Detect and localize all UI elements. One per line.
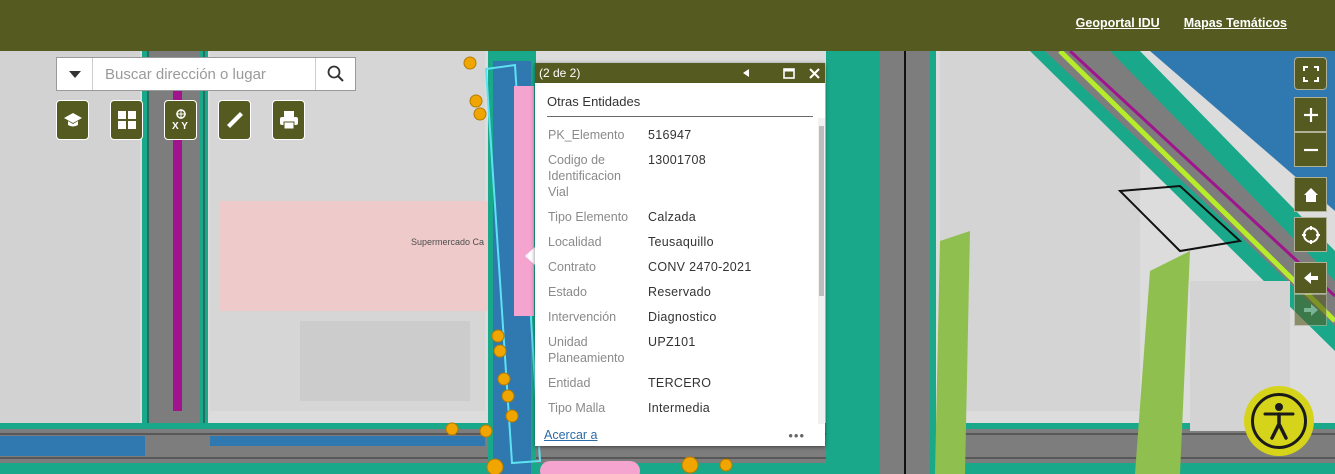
- app: Geoportal IDU Mapas Temáticos Supermerca…: [0, 0, 1335, 474]
- mapas-tematicos-link[interactable]: Mapas Temáticos: [1184, 16, 1287, 30]
- popup-title: Otras Entidades: [547, 94, 641, 109]
- attribute-row: Contrato CONV 2470-2021: [548, 259, 798, 284]
- popup-header: (2 de 2): [535, 63, 825, 83]
- education-tool-button[interactable]: [56, 100, 89, 140]
- search-bar: [56, 57, 356, 91]
- accessibility-icon: [1263, 403, 1295, 440]
- previous-extent-button[interactable]: [1294, 262, 1327, 294]
- previous-feature-icon[interactable]: [741, 68, 751, 78]
- attribute-key: Unidad Planeamiento: [548, 335, 625, 365]
- fullscreen-icon: [1302, 65, 1319, 82]
- print-button[interactable]: [272, 100, 305, 140]
- attribute-value: UPZ101: [648, 335, 696, 349]
- attribute-key: PK_Elemento: [548, 128, 625, 142]
- maximize-icon[interactable]: [783, 67, 795, 79]
- attribute-value: Calzada: [648, 210, 696, 224]
- attribute-key: Estado: [548, 285, 587, 299]
- next-extent-button[interactable]: [1294, 294, 1327, 326]
- popup-pointer: [525, 247, 535, 265]
- popup-counter: (2 de 2): [539, 66, 581, 80]
- attribute-row: Codigo de Identificacion Vial 13001708: [548, 152, 798, 209]
- attribute-row: PK_Elemento 516947: [548, 127, 798, 152]
- attribute-value: Reservado: [648, 285, 712, 299]
- more-actions-button[interactable]: •••: [788, 428, 805, 443]
- attribute-key: Entidad: [548, 376, 591, 390]
- accessibility-button[interactable]: [1244, 386, 1314, 456]
- education-icon: [63, 113, 82, 127]
- search-source-dropdown[interactable]: [57, 58, 93, 90]
- popup-divider: [547, 116, 813, 117]
- locate-icon: [1301, 225, 1320, 244]
- attribute-key: Contrato: [548, 260, 596, 274]
- measure-button[interactable]: [218, 100, 251, 140]
- feature-popup: (2 de 2) Otras Entidades PK_Elemento 5169…: [535, 63, 825, 446]
- scrollbar-thumb[interactable]: [819, 126, 824, 296]
- attribute-key: Localidad: [548, 235, 602, 249]
- home-button[interactable]: [1294, 177, 1327, 212]
- attribute-value: 13001708: [648, 153, 707, 167]
- basemap-grid-icon: [117, 111, 136, 129]
- popup-attributes: PK_Elemento 516947 Codigo de Identificacio…: [535, 118, 818, 424]
- attribute-row: Entidad TERCERO: [548, 375, 798, 400]
- zoom-in-button[interactable]: [1294, 97, 1327, 132]
- xy-coordinates-icon: X Y: [172, 109, 188, 131]
- header-links: Geoportal IDU Mapas Temáticos: [1076, 16, 1287, 30]
- zoom-out-icon: [1303, 148, 1318, 151]
- zoom-out-button[interactable]: [1294, 132, 1327, 167]
- fullscreen-button[interactable]: [1294, 57, 1327, 90]
- search-button[interactable]: [315, 58, 355, 90]
- xy-coordinates-button[interactable]: X Y: [164, 100, 197, 140]
- attribute-value: CONV 2470-2021: [648, 260, 752, 274]
- search-input[interactable]: [93, 58, 315, 90]
- basemap-gallery-button[interactable]: [110, 100, 143, 140]
- attribute-value: TERCERO: [648, 376, 712, 390]
- attribute-key: Tipo Elemento: [548, 210, 629, 224]
- attribute-row: Intervención Diagnostico: [548, 309, 798, 334]
- back-arrow-icon: [1303, 272, 1318, 284]
- attribute-value: Diagnostico: [648, 310, 717, 324]
- attribute-row: Localidad Teusaquillo: [548, 234, 798, 259]
- locate-button[interactable]: [1294, 217, 1327, 252]
- svg-text:X Y: X Y: [172, 121, 188, 131]
- attribute-table-body: PK_Elemento 516947 Codigo de Identificacio…: [548, 127, 798, 424]
- attribute-key: Intervención: [548, 310, 617, 324]
- popup-scrollbar[interactable]: [818, 118, 825, 424]
- forward-arrow-icon: [1303, 304, 1318, 316]
- zoom-in-icon: [1303, 107, 1318, 122]
- caret-down-icon: [68, 70, 81, 78]
- attribute-row: Unidad Planeamiento UPZ101: [548, 334, 798, 375]
- attribute-row: Tipo Malla Intermedia: [548, 400, 798, 424]
- accessibility-ring: [1251, 393, 1307, 449]
- popup-controls: [741, 67, 825, 79]
- attribute-value: Intermedia: [648, 401, 711, 415]
- home-icon: [1303, 187, 1318, 202]
- zoom-to-link[interactable]: Acercar a: [544, 428, 598, 442]
- attribute-row: Estado Reservado: [548, 284, 798, 309]
- attribute-key: Tipo Malla: [548, 401, 606, 415]
- geoportal-idu-link[interactable]: Geoportal IDU: [1076, 16, 1160, 30]
- attribute-row: Tipo Elemento Calzada: [548, 209, 798, 234]
- ruler-icon: [226, 112, 243, 128]
- print-icon: [279, 111, 298, 130]
- search-icon: [327, 65, 344, 82]
- attribute-table: PK_Elemento 516947 Codigo de Identificacio…: [548, 127, 798, 424]
- attribute-value: Teusaquillo: [648, 235, 714, 249]
- attribute-key: Codigo de Identificacion Vial: [548, 153, 621, 199]
- attribute-value: 516947: [648, 128, 692, 142]
- popup-footer: Acercar a •••: [535, 424, 825, 446]
- map-place-label: Supermercado Ca: [411, 237, 485, 247]
- close-icon[interactable]: [809, 67, 820, 79]
- top-header: Geoportal IDU Mapas Temáticos: [0, 0, 1335, 51]
